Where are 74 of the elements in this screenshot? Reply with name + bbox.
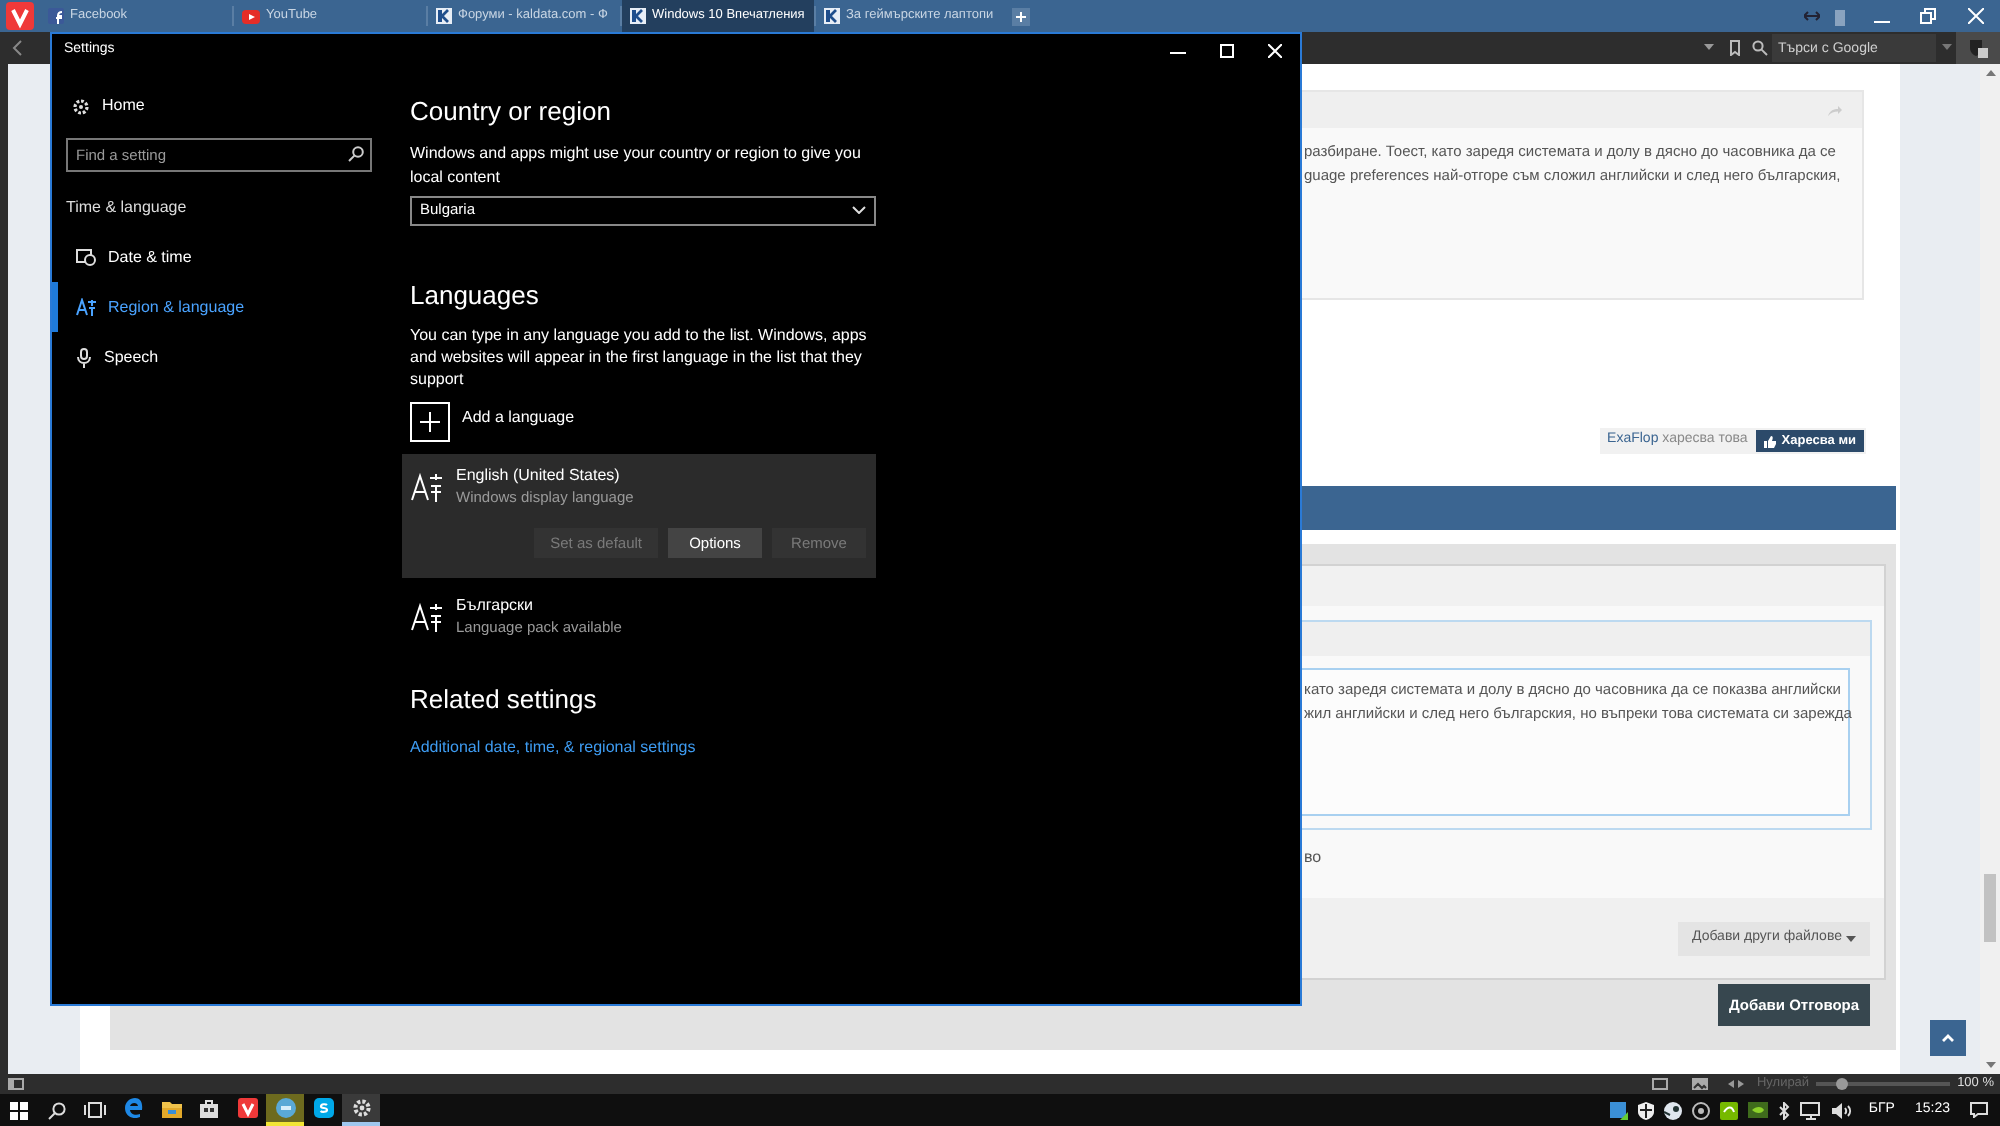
section-heading: Related settings	[410, 682, 599, 718]
network-icon	[1800, 1101, 1823, 1119]
windows-start-icon[interactable]	[10, 1101, 28, 1119]
forum-icon	[630, 8, 646, 24]
panel-toggle-icon[interactable]	[8, 1078, 24, 1090]
folder-icon	[161, 1099, 181, 1117]
shopping-bag-icon	[200, 1098, 218, 1118]
scroll-to-top-button[interactable]	[1930, 1020, 1966, 1056]
section-description: You can type in any language you add to the list. Windows, apps and websites will appear in the first language in the list that they support	[410, 324, 869, 390]
regional-settings-link[interactable]: Additional date, time, & regional settings	[410, 735, 1300, 759]
forum-icon	[824, 8, 840, 24]
section-heading: Languages	[410, 277, 541, 314]
close-icon[interactable]	[1968, 8, 1984, 24]
caret-icon	[1846, 935, 1856, 941]
caret-icon[interactable]	[1704, 44, 1714, 52]
scrollbar-thumb[interactable]	[1984, 874, 1996, 942]
vivaldi-logo-icon	[6, 2, 34, 30]
sidebar-item[interactable]: Date & time	[52, 232, 402, 282]
edge-icon	[123, 1098, 143, 1118]
taskbar-app-button[interactable]	[342, 1094, 380, 1126]
search-icon	[1752, 40, 1768, 56]
tray-app-icon	[1720, 1101, 1739, 1119]
skype-icon	[313, 1098, 333, 1118]
home-nav-item[interactable]: Home	[52, 92, 402, 120]
vivaldi-icon	[237, 1098, 257, 1118]
thumb-icon	[1763, 435, 1776, 447]
language-name: Български	[456, 594, 536, 616]
scrollbar[interactable]	[1980, 64, 2000, 1074]
option-text: во	[1302, 846, 1324, 870]
extension-icon[interactable]	[1968, 38, 1988, 58]
speaker-icon	[1832, 1101, 1853, 1119]
facebook-icon	[48, 8, 64, 24]
zoom-slider-thumb[interactable]	[1835, 1078, 1848, 1090]
sidebar-item[interactable]: Region & language	[52, 282, 402, 332]
restore-icon[interactable]	[1920, 8, 1936, 24]
bookmark-icon[interactable]	[1730, 40, 1740, 56]
scroll-down-icon	[1985, 1062, 1995, 1068]
page-actions-icon[interactable]	[1728, 1080, 1745, 1088]
network-sync-icon	[1610, 1101, 1629, 1119]
plus-icon	[420, 412, 440, 432]
gear-icon	[72, 97, 90, 115]
language-icon	[76, 298, 96, 316]
scroll-up-icon	[1985, 70, 1995, 76]
resize-icon	[1804, 10, 1820, 22]
bluetooth-icon	[1778, 1101, 1791, 1119]
search-icon[interactable]	[48, 1101, 66, 1119]
section-heading: Country or region	[410, 94, 613, 130]
notification-icon[interactable]	[1970, 1102, 1988, 1118]
new-tab-button[interactable]	[1012, 7, 1030, 25]
sidebar-item[interactable]: Speech	[52, 332, 402, 382]
image-icon[interactable]	[1692, 1078, 1709, 1090]
search-icon	[348, 146, 364, 162]
gear-icon	[351, 1098, 371, 1118]
window-icon[interactable]	[1652, 1078, 1669, 1090]
plus-icon	[1014, 9, 1028, 23]
language-icon	[410, 600, 442, 632]
microphone-icon	[76, 347, 92, 367]
language-icon	[410, 470, 442, 502]
share-icon	[1828, 104, 1842, 116]
close-icon[interactable]	[1268, 44, 1282, 58]
language-name: English (United States)	[456, 464, 622, 486]
maximize-icon[interactable]	[1220, 44, 1234, 58]
play-icon	[242, 9, 260, 23]
add-language-button[interactable]: Add a language	[410, 402, 1300, 442]
chevron-up-icon	[1942, 1034, 1954, 1042]
caret-icon	[1942, 44, 1952, 52]
section-description: Windows and apps might use your country or region to give you local content	[410, 141, 863, 189]
sidebar-section-label: Time & language	[64, 196, 189, 220]
disc-icon	[1692, 1101, 1711, 1119]
chevron-down-icon	[852, 206, 866, 214]
shield-icon	[1638, 1101, 1655, 1119]
task-view-icon[interactable]	[84, 1102, 106, 1118]
clock-calendar-icon	[76, 248, 96, 266]
forum-icon	[436, 8, 452, 24]
